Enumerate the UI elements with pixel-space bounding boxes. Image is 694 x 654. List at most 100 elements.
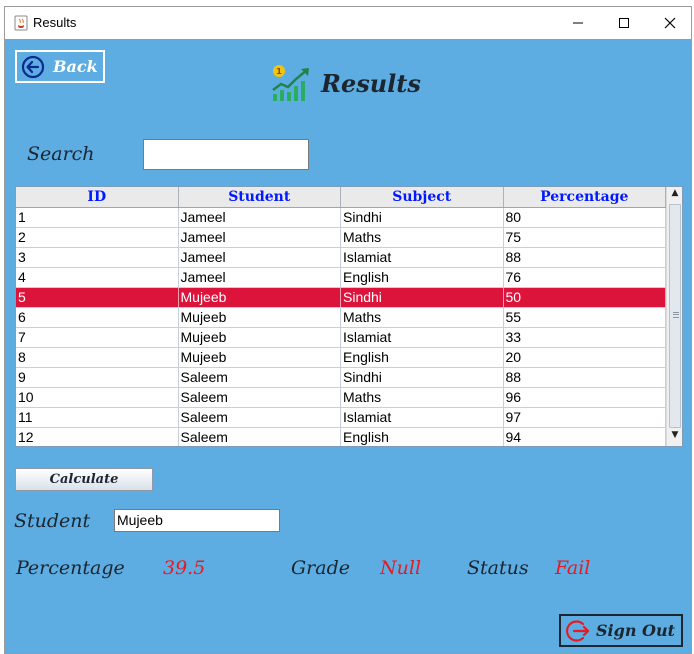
table-cell: 1 bbox=[16, 208, 179, 227]
scroll-grip-icon bbox=[673, 312, 679, 318]
table-cell: 2 bbox=[16, 228, 179, 247]
grade-label: Grade bbox=[291, 557, 350, 579]
table-row[interactable]: 2 Jameel Maths 75 bbox=[16, 228, 666, 248]
table-cell: 33 bbox=[504, 328, 666, 347]
table-cell: Saleem bbox=[179, 428, 341, 446]
minimize-button[interactable] bbox=[555, 7, 601, 39]
status-label: Status bbox=[467, 557, 529, 579]
calculate-button[interactable]: Calculate bbox=[15, 468, 153, 491]
growth-chart-icon: 1 bbox=[272, 65, 309, 101]
status-value: Fail bbox=[555, 557, 591, 579]
table-row[interactable]: 6 Mujeeb Maths 55 bbox=[16, 308, 666, 328]
table-cell: Mujeeb bbox=[179, 308, 341, 327]
sign-out-button[interactable]: Sign Out bbox=[559, 614, 683, 647]
table-cell: Mujeeb bbox=[179, 288, 341, 307]
table-cell: 20 bbox=[504, 348, 666, 367]
table-cell: English bbox=[341, 348, 504, 367]
table-cell: Mujeeb bbox=[179, 328, 341, 347]
vertical-scrollbar[interactable]: ▲ ▼ bbox=[666, 187, 682, 446]
table-row[interactable]: 5 Mujeeb Sindhi 50 bbox=[16, 288, 666, 308]
title-bar: Results bbox=[5, 7, 691, 39]
back-arrow-icon bbox=[21, 55, 45, 78]
table-cell: 5 bbox=[16, 288, 179, 307]
table-cell: Islamiat bbox=[341, 248, 504, 267]
page-title: Results bbox=[321, 68, 421, 98]
table-cell: English bbox=[341, 268, 504, 287]
student-label: Student bbox=[14, 510, 91, 532]
grade-value: Null bbox=[380, 557, 422, 579]
table-cell: 6 bbox=[16, 308, 179, 327]
table-row[interactable]: 4 Jameel English 76 bbox=[16, 268, 666, 288]
content-area: Back 1 Results Search ID Student Subject Pe… bbox=[5, 39, 691, 653]
java-cup-icon bbox=[14, 15, 28, 31]
svg-text:1: 1 bbox=[276, 67, 282, 76]
table-cell: Jameel bbox=[179, 248, 341, 267]
table-cell: 3 bbox=[16, 248, 179, 267]
sign-out-label: Sign Out bbox=[596, 621, 675, 640]
table-cell: 80 bbox=[504, 208, 666, 227]
table-row[interactable]: 11 Saleem Islamiat 97 bbox=[16, 408, 666, 428]
sign-out-icon bbox=[565, 619, 590, 642]
table-cell: Sindhi bbox=[341, 208, 504, 227]
window-title: Results bbox=[33, 15, 77, 30]
close-icon bbox=[664, 17, 676, 29]
table-cell: Islamiat bbox=[341, 328, 504, 347]
scroll-thumb[interactable] bbox=[669, 204, 681, 428]
table-cell: 55 bbox=[504, 308, 666, 327]
column-header[interactable]: ID bbox=[16, 187, 179, 207]
table-cell: Saleem bbox=[179, 388, 341, 407]
table-cell: Jameel bbox=[179, 228, 341, 247]
scroll-down-icon[interactable]: ▼ bbox=[667, 430, 682, 444]
table-row[interactable]: 8 Mujeeb English 20 bbox=[16, 348, 666, 368]
table-row[interactable]: 3 Jameel Islamiat 88 bbox=[16, 248, 666, 268]
table-cell: 76 bbox=[504, 268, 666, 287]
search-input[interactable] bbox=[143, 139, 309, 170]
table-cell: 10 bbox=[16, 388, 179, 407]
scroll-up-icon[interactable]: ▲ bbox=[667, 188, 682, 202]
table-cell: 88 bbox=[504, 248, 666, 267]
table-row[interactable]: 9 Saleem Sindhi 88 bbox=[16, 368, 666, 388]
column-header[interactable]: Student bbox=[179, 187, 341, 207]
table-cell: 88 bbox=[504, 368, 666, 387]
table-cell: 12 bbox=[16, 428, 179, 446]
back-button[interactable]: Back bbox=[15, 50, 105, 83]
table-row[interactable]: 12 Saleem English 94 bbox=[16, 428, 666, 446]
results-window: Results Back 1 Results Search ID Student… bbox=[4, 6, 692, 654]
table-cell: Jameel bbox=[179, 268, 341, 287]
table-cell: 11 bbox=[16, 408, 179, 427]
table-cell: 4 bbox=[16, 268, 179, 287]
column-header[interactable]: Subject bbox=[341, 187, 504, 207]
table-cell: 94 bbox=[504, 428, 666, 446]
back-label: Back bbox=[53, 57, 98, 76]
table-cell: 50 bbox=[504, 288, 666, 307]
table-cell: 96 bbox=[504, 388, 666, 407]
percentage-value: 39.5 bbox=[163, 557, 206, 579]
table-cell: Jameel bbox=[179, 208, 341, 227]
close-button[interactable] bbox=[647, 7, 691, 39]
table-cell: 97 bbox=[504, 408, 666, 427]
table-cell: Islamiat bbox=[341, 408, 504, 427]
page-header: 1 Results bbox=[271, 64, 421, 102]
table-cell: 9 bbox=[16, 368, 179, 387]
table-cell: Saleem bbox=[179, 408, 341, 427]
table-row[interactable]: 1 Jameel Sindhi 80 bbox=[16, 208, 666, 228]
minimize-icon bbox=[573, 22, 583, 24]
table-cell: 8 bbox=[16, 348, 179, 367]
table-header: ID Student Subject Percentage bbox=[16, 187, 666, 208]
maximize-icon bbox=[619, 18, 629, 28]
table-row[interactable]: 7 Mujeeb Islamiat 33 bbox=[16, 328, 666, 348]
table-cell: Maths bbox=[341, 388, 504, 407]
maximize-button[interactable] bbox=[601, 7, 647, 39]
column-header[interactable]: Percentage bbox=[504, 187, 666, 207]
table-cell: 7 bbox=[16, 328, 179, 347]
results-table: ID Student Subject Percentage 1 Jameel Sindhi… bbox=[15, 186, 683, 447]
table-cell: 75 bbox=[504, 228, 666, 247]
percentage-label: Percentage bbox=[16, 557, 125, 579]
table-cell: English bbox=[341, 428, 504, 446]
table-cell: Mujeeb bbox=[179, 348, 341, 367]
table-cell: Maths bbox=[341, 228, 504, 247]
search-label: Search bbox=[27, 143, 95, 165]
table-row[interactable]: 10 Saleem Maths 96 bbox=[16, 388, 666, 408]
table-cell: Saleem bbox=[179, 368, 341, 387]
student-field[interactable]: Mujeeb bbox=[114, 509, 280, 532]
